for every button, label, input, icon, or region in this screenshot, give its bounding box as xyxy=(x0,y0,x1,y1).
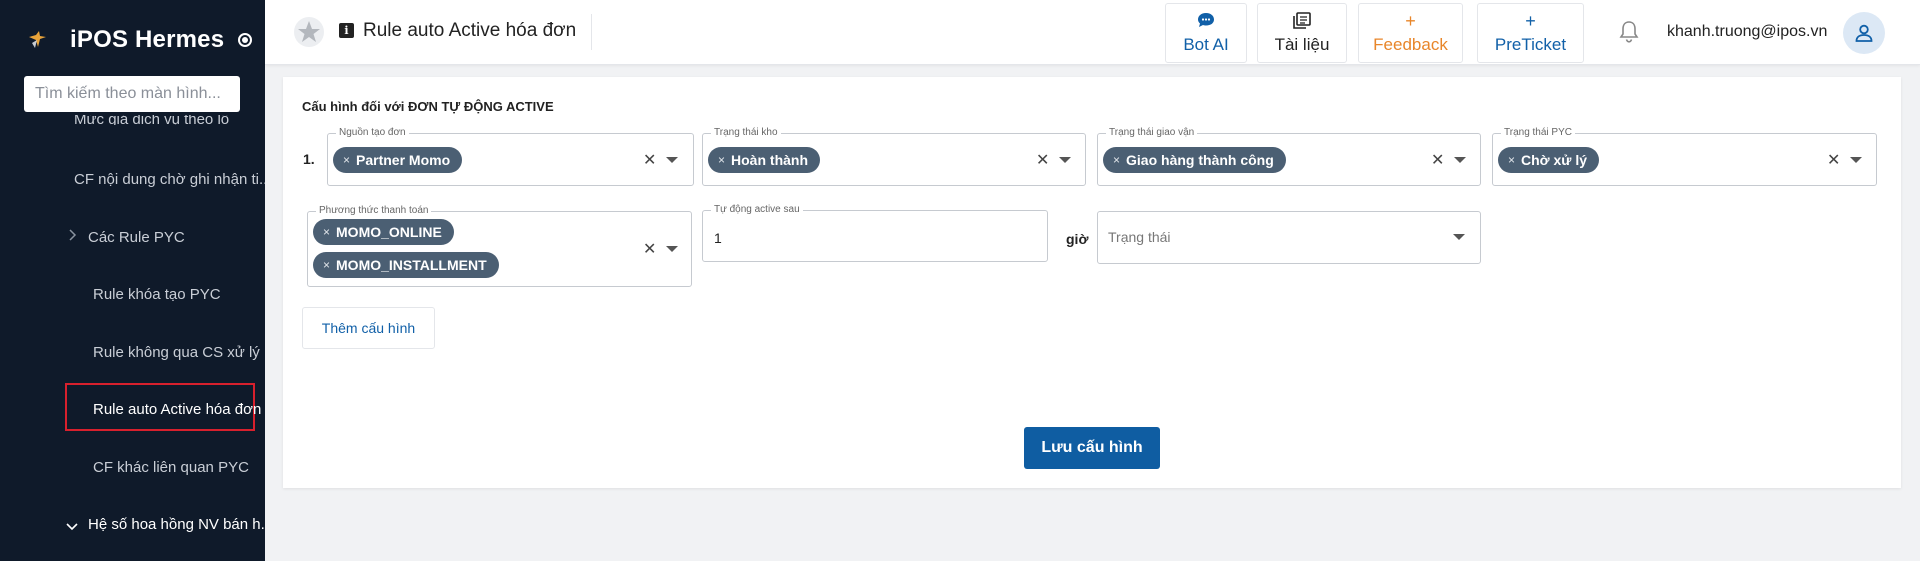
chip-label: MOMO_INSTALLMENT xyxy=(336,257,487,273)
chip-remove-icon[interactable]: × xyxy=(323,225,330,239)
favorite-star-icon[interactable] xyxy=(293,16,325,48)
clear-icon[interactable]: ✕ xyxy=(1036,150,1049,170)
trang-thai-kho-label: Trạng thái kho xyxy=(711,126,781,140)
trang-thai-placeholder: Trạng thái xyxy=(1108,229,1171,245)
chip-cho-xu-ly[interactable]: × Chờ xử lý xyxy=(1498,147,1600,173)
tu-dong-active-sau-value[interactable]: 1 xyxy=(714,230,722,246)
chip-label: MOMO_ONLINE xyxy=(336,224,442,240)
nguon-tao-don-label: Nguồn tạo đơn xyxy=(336,126,409,140)
trang-thai-giao-van-label: Trạng thái giao vận xyxy=(1106,126,1198,140)
trang-thai-pyc-select[interactable]: Trạng thái PYC × Chờ xử lý ✕ xyxy=(1492,126,1877,186)
chip-label: Hoàn thành xyxy=(731,152,809,168)
phuong-thuc-thanh-toan-select[interactable]: Phương thức thanh toán × MOMO_ONLINE × M… xyxy=(307,204,692,287)
pin-menu-icon[interactable] xyxy=(238,33,253,47)
clear-icon[interactable]: ✕ xyxy=(1431,150,1444,170)
brand-row: iPOS Hermes xyxy=(24,22,253,58)
chat-bubble-icon xyxy=(1197,12,1215,32)
bot-ai-label: Bot AI xyxy=(1183,34,1229,54)
sidebar-group-he-so-hoa-hong[interactable]: Hệ số hoa hồng NV bán h... xyxy=(88,516,265,533)
chip-remove-icon[interactable]: × xyxy=(718,153,725,167)
preticket-label: PreTicket xyxy=(1494,34,1567,54)
sidebar-group-cac-rule-pyc[interactable]: Các Rule PYC xyxy=(88,229,185,246)
sidebar-item-cf-khac-pyc[interactable]: CF khác liên quan PYC xyxy=(93,459,249,476)
clear-icon[interactable]: ✕ xyxy=(643,239,656,259)
brand-name[interactable]: iPOS Hermes xyxy=(70,26,224,54)
sidebar-item-rule-khong-qua-cs[interactable]: Rule không qua CS xử lý xyxy=(93,344,260,361)
chip-remove-icon[interactable]: × xyxy=(343,153,350,167)
dropdown-caret-icon[interactable] xyxy=(1454,157,1466,163)
clear-icon[interactable]: ✕ xyxy=(643,150,656,170)
document-icon xyxy=(1293,11,1311,32)
trang-thai-giao-van-select[interactable]: Trạng thái giao vận × Giao hàng thành cô… xyxy=(1097,126,1481,186)
dropdown-caret-icon[interactable] xyxy=(1059,157,1071,163)
trang-thai-pyc-label: Trạng thái PYC xyxy=(1501,126,1575,140)
chip-hoan-thanh[interactable]: × Hoàn thành xyxy=(708,147,821,173)
add-config-button[interactable]: Thêm cấu hình xyxy=(302,307,435,349)
unit-label: giờ xyxy=(1066,231,1089,247)
info-icon[interactable]: i xyxy=(339,23,354,38)
sidebar: iPOS Hermes Mức giá dịch vụ theo lô CF n… xyxy=(0,0,265,561)
tai-lieu-label: Tài liệu xyxy=(1274,34,1330,54)
row-number: 1. xyxy=(303,151,315,167)
tai-lieu-button[interactable]: Tài liệu xyxy=(1257,3,1347,63)
chip-remove-icon[interactable]: × xyxy=(1508,153,1515,167)
page-title: Rule auto Active hóa đơn xyxy=(363,20,577,41)
header-divider xyxy=(591,14,592,50)
top-header: i Rule auto Active hóa đơn Bot AI Tài li… xyxy=(265,0,1920,65)
chevron-right-icon[interactable] xyxy=(68,229,77,244)
sidebar-item-rule-auto-active[interactable]: Rule auto Active hóa đơn xyxy=(93,401,261,418)
chip-momo-online[interactable]: × MOMO_ONLINE xyxy=(313,219,454,245)
phuong-thuc-thanh-toan-label: Phương thức thanh toán xyxy=(316,204,432,218)
save-config-button[interactable]: Lưu cấu hình xyxy=(1024,427,1160,469)
chip-momo-installment[interactable]: × MOMO_INSTALLMENT xyxy=(313,252,499,278)
chip-remove-icon[interactable]: × xyxy=(323,258,330,272)
chevron-down-icon[interactable] xyxy=(66,519,78,534)
tu-dong-active-sau-label: Tự động active sau xyxy=(711,203,803,217)
feedback-button[interactable]: + Feedback xyxy=(1358,3,1463,63)
trang-thai-kho-select[interactable]: Trạng thái kho × Hoàn thành ✕ xyxy=(702,126,1086,186)
plus-icon: + xyxy=(1525,10,1536,31)
chip-label: Giao hàng thành công xyxy=(1126,152,1274,168)
dropdown-caret-icon[interactable] xyxy=(1850,157,1862,163)
sidebar-search-input[interactable] xyxy=(24,76,240,112)
plus-icon: + xyxy=(1405,10,1416,31)
user-avatar-icon[interactable] xyxy=(1843,12,1885,54)
chip-label: Partner Momo xyxy=(356,152,451,168)
sidebar-item-partial[interactable]: Mức giá dịch vụ theo lô xyxy=(74,115,229,125)
tu-dong-active-sau-input[interactable]: Tự động active sau 1 xyxy=(702,203,1048,262)
sidebar-item-rule-khoa-tao-pyc[interactable]: Rule khóa tạo PYC xyxy=(93,286,221,303)
trang-thai-select[interactable]: Trạng thái xyxy=(1097,211,1481,264)
chip-label: Chờ xử lý xyxy=(1521,152,1588,168)
nguon-tao-don-select[interactable]: Nguồn tạo đơn × Partner Momo ✕ xyxy=(327,126,694,186)
sidebar-item-cf-noi-dung[interactable]: CF nội dung chờ ghi nhận ti... xyxy=(74,171,265,188)
user-email[interactable]: khanh.truong@ipos.vn xyxy=(1667,23,1827,41)
clear-icon[interactable]: ✕ xyxy=(1827,150,1840,170)
chip-partner-momo[interactable]: × Partner Momo xyxy=(333,147,463,173)
bot-ai-button[interactable]: Bot AI xyxy=(1165,3,1247,63)
dropdown-caret-icon[interactable] xyxy=(666,246,678,252)
feedback-label: Feedback xyxy=(1373,34,1448,54)
chip-remove-icon[interactable]: × xyxy=(1113,153,1120,167)
dropdown-caret-icon[interactable] xyxy=(1453,234,1465,240)
section-title: Cấu hình đối với ĐƠN TỰ ĐỘNG ACTIVE xyxy=(302,99,554,114)
config-card: Cấu hình đối với ĐƠN TỰ ĐỘNG ACTIVE 1. N… xyxy=(283,77,1901,488)
notification-bell-icon[interactable] xyxy=(1618,20,1640,44)
hermes-logo-icon[interactable] xyxy=(24,26,52,54)
preticket-button[interactable]: + PreTicket xyxy=(1477,3,1584,63)
dropdown-caret-icon[interactable] xyxy=(666,157,678,163)
chip-giao-hang-thanh-cong[interactable]: × Giao hàng thành công xyxy=(1103,147,1286,173)
